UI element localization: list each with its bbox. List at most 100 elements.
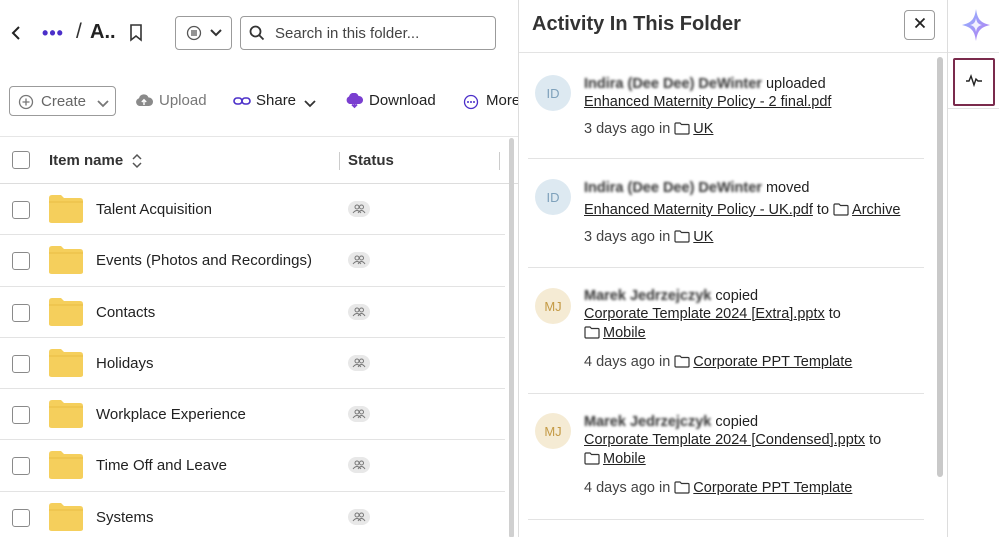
activity-location-link[interactable]: Corporate PPT Template bbox=[693, 480, 852, 496]
activity-line: Indira (Dee Dee) DeWinter moved bbox=[584, 180, 810, 196]
item-name[interactable]: Time Off and Leave bbox=[96, 457, 227, 474]
column-divider[interactable] bbox=[499, 152, 500, 170]
activity-time: 4 days ago in bbox=[584, 354, 671, 370]
shared-users-icon bbox=[348, 201, 370, 217]
activity-file-link[interactable]: Corporate Template 2024 [Extra].pptx bbox=[584, 306, 825, 322]
shared-users-icon bbox=[348, 457, 370, 474]
activity-action: uploaded bbox=[765, 76, 826, 92]
row-checkbox[interactable] bbox=[12, 457, 30, 476]
activity-file-line: Enhanced Maternity Policy - UK.pdf to Ar… bbox=[584, 202, 900, 220]
table-row[interactable]: Time Off and Leave bbox=[0, 440, 505, 492]
activity-user[interactable]: Marek Jedrzejczyk bbox=[584, 288, 711, 304]
item-name[interactable]: Holidays bbox=[96, 355, 154, 372]
activity-target-link[interactable]: Archive bbox=[852, 202, 900, 218]
item-name[interactable]: Workplace Experience bbox=[96, 406, 246, 423]
activity-file-line: Corporate Template 2024 [Extra].pptx to bbox=[584, 306, 841, 322]
share-button[interactable]: Share bbox=[256, 92, 296, 109]
activity-location-link[interactable]: UK bbox=[693, 121, 713, 137]
activity-target-line: Mobile bbox=[584, 325, 646, 343]
table-row[interactable]: Workplace Experience bbox=[0, 389, 505, 441]
divider bbox=[948, 108, 999, 109]
activity-target-link[interactable]: Mobile bbox=[603, 451, 646, 467]
folder-icon bbox=[48, 450, 84, 485]
table-row[interactable]: Contacts bbox=[0, 287, 505, 338]
side-rail bbox=[947, 0, 999, 537]
sort-icon[interactable] bbox=[131, 153, 143, 174]
column-header-item-name[interactable]: Item name bbox=[49, 152, 123, 169]
avatar: ID bbox=[535, 75, 571, 111]
activity-time: 3 days ago in bbox=[584, 229, 671, 245]
item-name[interactable]: Contacts bbox=[96, 304, 155, 321]
activity-time: 3 days ago in bbox=[584, 121, 671, 137]
chevron-down-icon bbox=[96, 96, 110, 114]
bookmark-icon[interactable] bbox=[128, 23, 144, 43]
avatar: MJ bbox=[535, 288, 571, 324]
activity-user[interactable]: Marek Jedrzejczyk bbox=[584, 414, 711, 430]
divider bbox=[519, 52, 947, 53]
activity-toggle-button[interactable] bbox=[953, 58, 995, 106]
select-all-checkbox[interactable] bbox=[12, 151, 30, 169]
folder-outline-icon bbox=[674, 230, 690, 247]
breadcrumb-ellipsis[interactable]: ••• bbox=[42, 22, 64, 44]
back-chevron-icon[interactable] bbox=[6, 22, 26, 44]
row-checkbox[interactable] bbox=[12, 252, 30, 271]
folder-outline-icon bbox=[584, 326, 600, 343]
row-checkbox[interactable] bbox=[12, 406, 30, 425]
row-checkbox[interactable] bbox=[12, 303, 30, 322]
table-header: Item name Status bbox=[0, 136, 518, 184]
item-name[interactable]: Events (Photos and Recordings) bbox=[96, 252, 312, 269]
create-button[interactable]: Create bbox=[9, 86, 116, 116]
row-checkbox[interactable] bbox=[12, 508, 30, 527]
row-checkbox[interactable] bbox=[12, 201, 30, 219]
activity-to-word: to bbox=[828, 306, 841, 322]
download-button[interactable]: Download bbox=[369, 92, 436, 109]
shared-users-icon bbox=[348, 303, 370, 320]
column-header-status[interactable]: Status bbox=[348, 152, 394, 169]
chevron-down-icon[interactable] bbox=[303, 96, 317, 114]
link-icon bbox=[233, 94, 251, 113]
close-button[interactable] bbox=[904, 10, 935, 40]
file-browser-panel: ••• / A.. Create bbox=[0, 0, 518, 537]
activity-file-link[interactable]: Enhanced Maternity Policy - 2 final.pdf bbox=[584, 94, 831, 110]
breadcrumb-current[interactable]: A.. bbox=[90, 21, 116, 44]
item-name[interactable]: Talent Acquisition bbox=[96, 201, 212, 218]
top-bar: ••• / A.. bbox=[0, 0, 518, 64]
activity-location-link[interactable]: UK bbox=[693, 229, 713, 245]
activity-user[interactable]: Indira (Dee Dee) DeWinter bbox=[584, 180, 762, 196]
more-button[interactable]: More bbox=[486, 92, 518, 109]
activity-action: copied bbox=[715, 288, 759, 304]
activity-panel: Activity In This Folder ID Indira (Dee D… bbox=[518, 0, 947, 537]
table-row[interactable]: Holidays bbox=[0, 338, 505, 390]
close-icon bbox=[914, 16, 926, 34]
cloud-download-icon bbox=[345, 92, 364, 115]
list-view-icon bbox=[186, 25, 202, 46]
activity-to-word: to bbox=[816, 202, 830, 218]
shared-users-icon bbox=[348, 354, 370, 371]
activity-target-line: Mobile bbox=[584, 451, 646, 469]
folder-icon bbox=[48, 399, 84, 434]
table-row[interactable]: Systems bbox=[0, 492, 505, 537]
activity-file-link[interactable]: Corporate Template 2024 [Condensed].pptx bbox=[584, 432, 865, 448]
folder-outline-icon bbox=[674, 355, 690, 372]
search-input[interactable] bbox=[275, 23, 485, 43]
activity-location-link[interactable]: Corporate PPT Template bbox=[693, 354, 852, 370]
ai-sparkle-icon[interactable] bbox=[961, 8, 991, 47]
view-selector-dropdown[interactable] bbox=[175, 16, 232, 50]
chevron-down-icon bbox=[209, 26, 223, 44]
activity-scrollbar[interactable] bbox=[937, 57, 943, 477]
folder-search-box[interactable] bbox=[240, 16, 496, 50]
table-row[interactable]: Talent Acquisition bbox=[0, 184, 505, 236]
column-divider[interactable] bbox=[339, 152, 340, 170]
shared-users-icon bbox=[348, 252, 370, 269]
activity-file-link[interactable]: Enhanced Maternity Policy - UK.pdf bbox=[584, 202, 813, 218]
row-checkbox[interactable] bbox=[12, 354, 30, 373]
list-scrollbar[interactable] bbox=[509, 138, 514, 537]
activity-action: copied bbox=[715, 414, 759, 430]
folder-outline-icon bbox=[674, 481, 690, 498]
activity-action: moved bbox=[765, 180, 810, 196]
activity-user[interactable]: Indira (Dee Dee) DeWinter bbox=[584, 76, 762, 92]
activity-target-link[interactable]: Mobile bbox=[603, 325, 646, 341]
table-row[interactable]: Events (Photos and Recordings) bbox=[0, 235, 505, 287]
upload-button[interactable]: Upload bbox=[159, 92, 207, 109]
item-name[interactable]: Systems bbox=[96, 509, 154, 526]
